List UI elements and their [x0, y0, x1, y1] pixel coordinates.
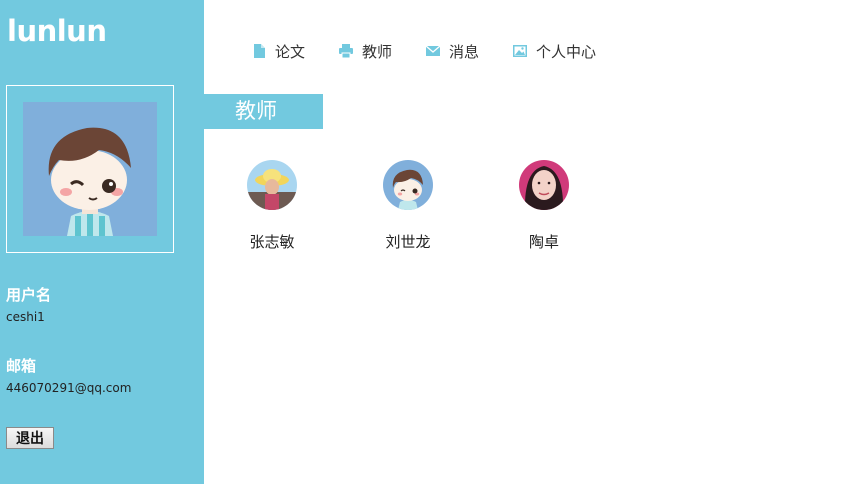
- printer-icon: [339, 44, 354, 58]
- app-logo[interactable]: lunlun: [7, 13, 107, 49]
- teacher-name: 刘世龙: [385, 233, 431, 251]
- email-label: 邮箱: [6, 357, 37, 375]
- teacher-avatar[interactable]: [519, 160, 569, 210]
- username-label: 用户名: [6, 286, 52, 304]
- teacher-avatar[interactable]: [247, 160, 297, 210]
- nav-item-label: 消息: [449, 42, 480, 61]
- section-title: 教师: [204, 94, 323, 129]
- sidebar: lunlun 用户名 ceshi1 邮箱 446070291@qq.com 退出: [0, 0, 204, 484]
- document-icon: [254, 44, 265, 58]
- user-avatar-frame: [6, 85, 174, 253]
- logout-button[interactable]: 退出: [6, 427, 54, 449]
- username-value: ceshi1: [6, 310, 45, 324]
- teacher-card[interactable]: 张志敏: [232, 160, 312, 252]
- teacher-avatar[interactable]: [383, 160, 433, 210]
- top-nav: 论文 教师 消息 个人中心: [252, 40, 630, 62]
- teacher-name: 陶卓: [528, 233, 559, 251]
- nav-item-label: 教师: [362, 42, 393, 61]
- nav-item-label: 个人中心: [536, 42, 597, 61]
- nav-item-teachers[interactable]: 教师: [339, 41, 392, 62]
- teacher-name: 张志敏: [249, 233, 295, 251]
- email-value: 446070291@qq.com: [6, 381, 132, 395]
- user-avatar[interactable]: [23, 102, 157, 236]
- nav-item-personal-center[interactable]: 个人中心: [513, 41, 596, 62]
- teacher-card[interactable]: 刘世龙: [368, 160, 448, 252]
- nav-item-label: 论文: [275, 42, 306, 61]
- nav-item-papers[interactable]: 论文: [252, 41, 305, 62]
- teacher-card[interactable]: 陶卓: [504, 160, 584, 252]
- envelope-icon: [426, 45, 441, 56]
- picture-icon: [513, 45, 528, 57]
- nav-item-messages[interactable]: 消息: [426, 41, 479, 62]
